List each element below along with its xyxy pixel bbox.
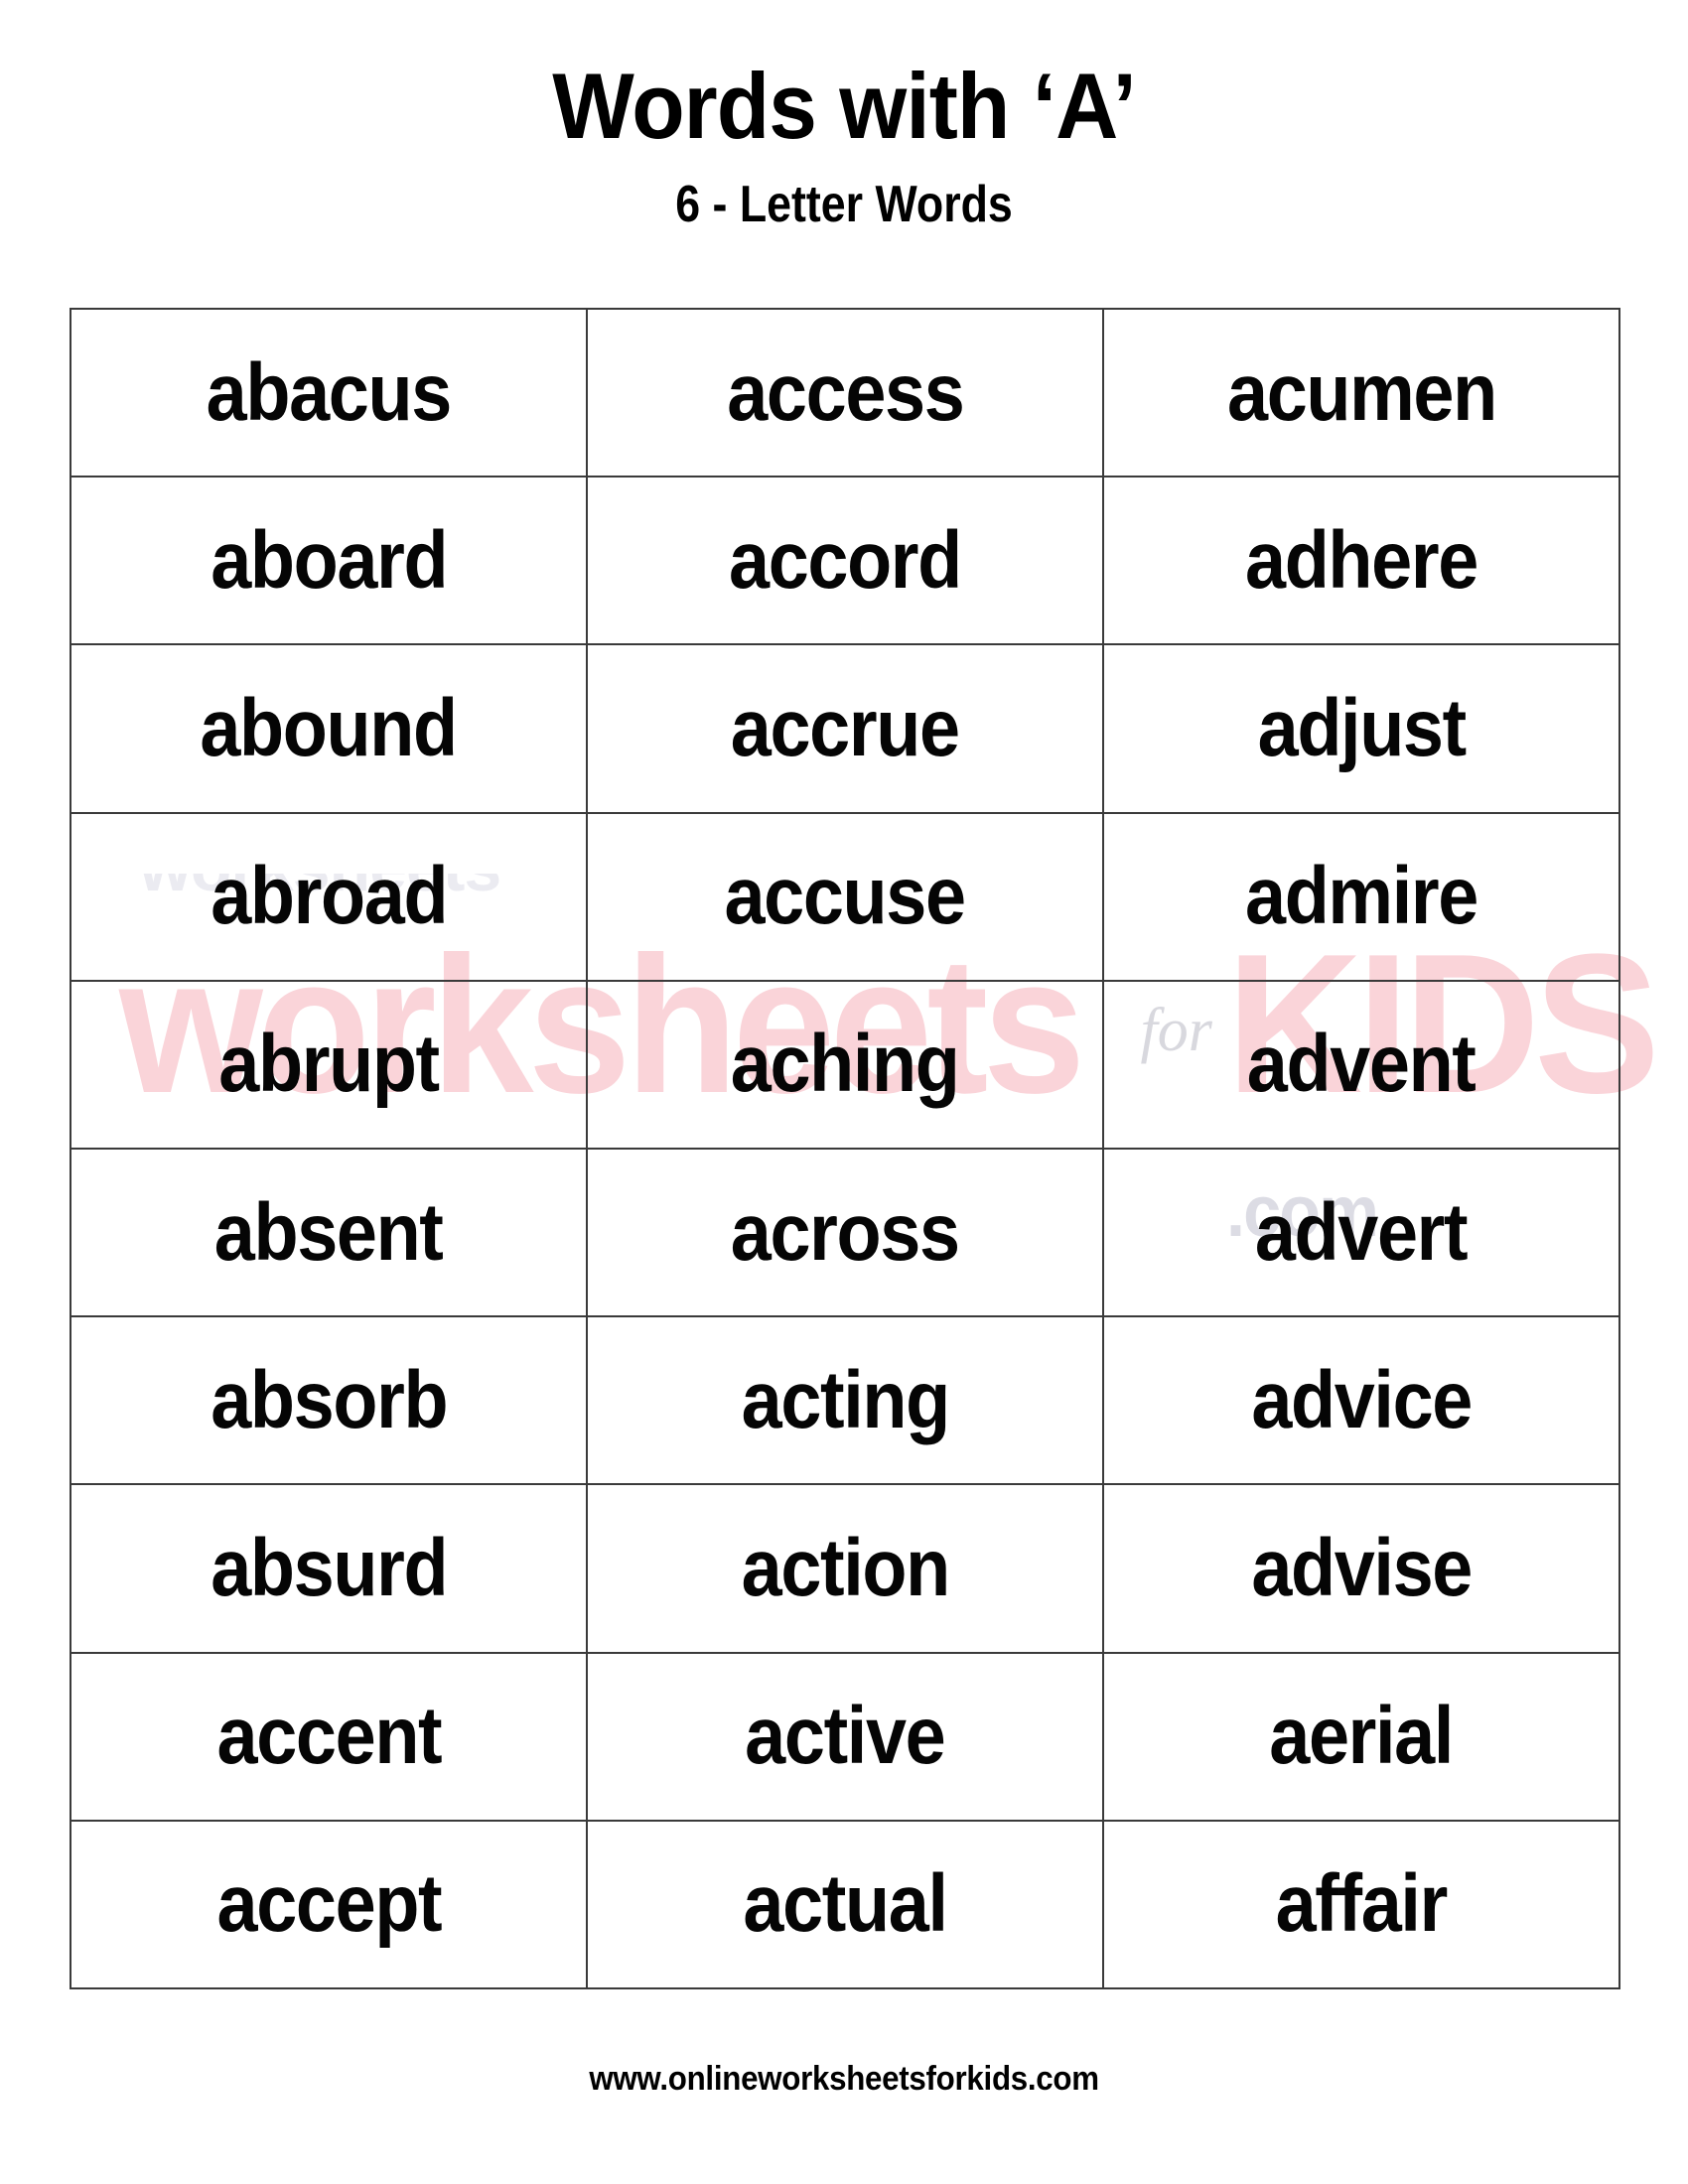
word-cell: abroad bbox=[70, 811, 588, 982]
word-text: abound bbox=[200, 682, 459, 773]
word-text: across bbox=[731, 1186, 960, 1278]
page-title: Words with ‘A’ bbox=[552, 54, 1137, 158]
word-cell: active bbox=[586, 1651, 1104, 1822]
word-cell: access bbox=[586, 307, 1104, 478]
word-cell: advise bbox=[1102, 1483, 1620, 1654]
word-text: acting bbox=[741, 1354, 950, 1445]
worksheet-page: worksheets worksheets for KIDS .com Word… bbox=[0, 0, 1688, 2184]
word-text: access bbox=[726, 346, 965, 438]
footer-website-url: www.onlineworksheetsforkids.com bbox=[589, 2060, 1099, 2098]
word-text: accept bbox=[216, 1858, 442, 1950]
word-list-table: abacus access acumen aboard accord adher… bbox=[70, 307, 1620, 1989]
word-text: accent bbox=[216, 1691, 442, 1782]
word-cell: actual bbox=[586, 1819, 1104, 1989]
table-row: accept actual affair bbox=[70, 1819, 1620, 1989]
table-row: abacus access acumen bbox=[70, 307, 1620, 478]
page-subtitle: 6 - Letter Words bbox=[675, 176, 1013, 233]
word-cell: advice bbox=[1102, 1315, 1620, 1486]
table-row: accent active aerial bbox=[70, 1651, 1620, 1822]
word-text: absent bbox=[214, 1186, 444, 1278]
word-cell: adhere bbox=[1102, 476, 1620, 646]
worksheet-heading: Words with ‘A’ 6 - Letter Words bbox=[0, 54, 1688, 233]
table-row: abound accrue adjust bbox=[70, 643, 1620, 814]
table-row: absent across advert bbox=[70, 1147, 1620, 1318]
word-cell: accent bbox=[70, 1651, 588, 1822]
table-row: aboard accord adhere bbox=[70, 476, 1620, 646]
word-text: abacus bbox=[206, 346, 453, 438]
word-table-body: abacus access acumen aboard accord adher… bbox=[70, 307, 1620, 1989]
word-text: advent bbox=[1247, 1019, 1477, 1110]
word-text: aching bbox=[731, 1019, 960, 1110]
word-text: advise bbox=[1251, 1522, 1473, 1613]
word-cell: accept bbox=[70, 1819, 588, 1989]
word-cell: accuse bbox=[586, 811, 1104, 982]
table-row: abrupt aching advent bbox=[70, 979, 1620, 1150]
table-row: absorb acting advice bbox=[70, 1315, 1620, 1486]
word-text: adjust bbox=[1257, 682, 1467, 773]
word-text: advert bbox=[1255, 1186, 1469, 1278]
table-row: absurd action advise bbox=[70, 1483, 1620, 1654]
table-row: abroad accuse admire bbox=[70, 811, 1620, 982]
word-cell: accrue bbox=[586, 643, 1104, 814]
word-text: acumen bbox=[1226, 346, 1497, 438]
word-cell: adjust bbox=[1102, 643, 1620, 814]
word-text: accord bbox=[729, 514, 962, 606]
word-cell: advert bbox=[1102, 1147, 1620, 1318]
word-cell: absent bbox=[70, 1147, 588, 1318]
word-cell: affair bbox=[1102, 1819, 1620, 1989]
word-cell: abacus bbox=[70, 307, 588, 478]
word-text: accuse bbox=[724, 851, 967, 942]
word-text: admire bbox=[1245, 851, 1478, 942]
word-text: affair bbox=[1275, 1858, 1449, 1950]
word-text: abroad bbox=[211, 851, 448, 942]
word-cell: acting bbox=[586, 1315, 1104, 1486]
word-text: advice bbox=[1251, 1354, 1473, 1445]
word-text: adhere bbox=[1245, 514, 1478, 606]
word-cell: advent bbox=[1102, 979, 1620, 1150]
page-footer: www.onlineworksheetsforkids.com bbox=[0, 2060, 1688, 2099]
word-text: abrupt bbox=[218, 1019, 440, 1110]
word-text: action bbox=[741, 1522, 950, 1613]
word-cell: abound bbox=[70, 643, 588, 814]
word-cell: aerial bbox=[1102, 1651, 1620, 1822]
word-cell: admire bbox=[1102, 811, 1620, 982]
word-cell: accord bbox=[586, 476, 1104, 646]
word-cell: aboard bbox=[70, 476, 588, 646]
word-text: active bbox=[745, 1691, 946, 1782]
word-cell: aching bbox=[586, 979, 1104, 1150]
word-text: accrue bbox=[731, 682, 960, 773]
word-cell: abrupt bbox=[70, 979, 588, 1150]
word-text: actual bbox=[743, 1858, 948, 1950]
word-text: aerial bbox=[1269, 1691, 1455, 1782]
word-cell: acumen bbox=[1102, 307, 1620, 478]
word-cell: absorb bbox=[70, 1315, 588, 1486]
word-text: absurd bbox=[211, 1522, 448, 1613]
word-cell: action bbox=[586, 1483, 1104, 1654]
word-text: aboard bbox=[211, 514, 448, 606]
word-cell: absurd bbox=[70, 1483, 588, 1654]
word-text: absorb bbox=[211, 1354, 448, 1445]
word-cell: across bbox=[586, 1147, 1104, 1318]
